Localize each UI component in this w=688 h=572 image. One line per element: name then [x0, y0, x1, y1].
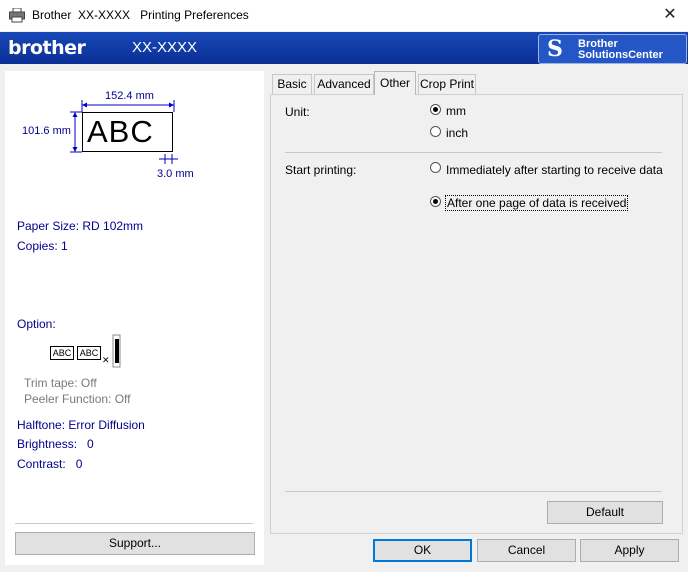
support-button[interactable]: Support... — [15, 532, 255, 555]
bottom-separator — [285, 491, 662, 492]
unit-label: Unit: — [285, 105, 310, 119]
margin-label: 3.0 mm — [157, 168, 194, 180]
solutions-center-button[interactable]: S Brother SolutionsCenter — [538, 34, 687, 64]
option-label: Option: — [17, 317, 56, 331]
width-label: 152.4 mm — [105, 90, 154, 102]
solutions-center-label-2: SolutionsCenter — [578, 49, 663, 61]
solutions-center-icon: S — [547, 36, 563, 62]
left-separator — [15, 523, 253, 524]
sample-text: ABC — [87, 114, 154, 149]
unit-inch-radio[interactable] — [430, 126, 441, 137]
start-after-page-radio[interactable] — [430, 196, 441, 207]
other-tab-panel — [270, 94, 683, 534]
unit-inch-label[interactable]: inch — [446, 126, 468, 140]
title-bar: Brother XX-XXXX Printing Preferences ✕ — [0, 0, 688, 31]
brand-header: brother XX-XXXX S Brother SolutionsCente… — [0, 32, 688, 64]
tab-advanced[interactable]: Advanced — [314, 74, 374, 94]
printer-icon — [9, 8, 25, 23]
unit-mm-radio[interactable] — [430, 104, 441, 115]
tab-crop-print[interactable]: Crop Print — [418, 74, 476, 94]
halftone: Halftone: Error Diffusion — [17, 418, 145, 432]
brightness: Brightness: 0 — [17, 437, 94, 451]
unit-mm-label[interactable]: mm — [446, 104, 466, 118]
peeler-status: Peeler Function: Off — [24, 392, 131, 406]
apply-button[interactable]: Apply — [580, 539, 679, 562]
model-name: XX-XXXX — [132, 39, 198, 56]
cancel-button[interactable]: Cancel — [477, 539, 576, 562]
tab-basic[interactable]: Basic — [272, 74, 312, 94]
start-printing-label: Start printing: — [285, 163, 357, 177]
height-label: 101.6 mm — [22, 125, 71, 137]
paper-size: Paper Size: RD 102mm — [17, 219, 144, 233]
mini-label-2: ABC — [77, 346, 101, 360]
window-title: Brother XX-XXXX Printing Preferences — [32, 8, 249, 22]
tab-other[interactable]: Other — [374, 71, 416, 95]
copies: Copies: 1 — [17, 239, 68, 253]
mini-label-1: ABC — [50, 346, 74, 360]
svg-text:✕: ✕ — [102, 356, 110, 366]
trim-tape-status: Trim tape: Off — [24, 376, 97, 390]
start-after-page-label[interactable]: After one page of data is received — [445, 195, 629, 211]
contrast: Contrast: 0 — [17, 457, 83, 471]
close-button[interactable]: ✕ — [658, 4, 682, 26]
unit-separator — [285, 152, 662, 153]
start-immediately-radio[interactable] — [430, 162, 441, 173]
brother-logo: brother — [8, 37, 86, 59]
default-button[interactable]: Default — [547, 501, 663, 524]
ok-button[interactable]: OK — [373, 539, 472, 562]
cutter-icon: ✕ — [102, 334, 121, 368]
start-immediately-label[interactable]: Immediately after starting to receive da… — [446, 163, 663, 177]
